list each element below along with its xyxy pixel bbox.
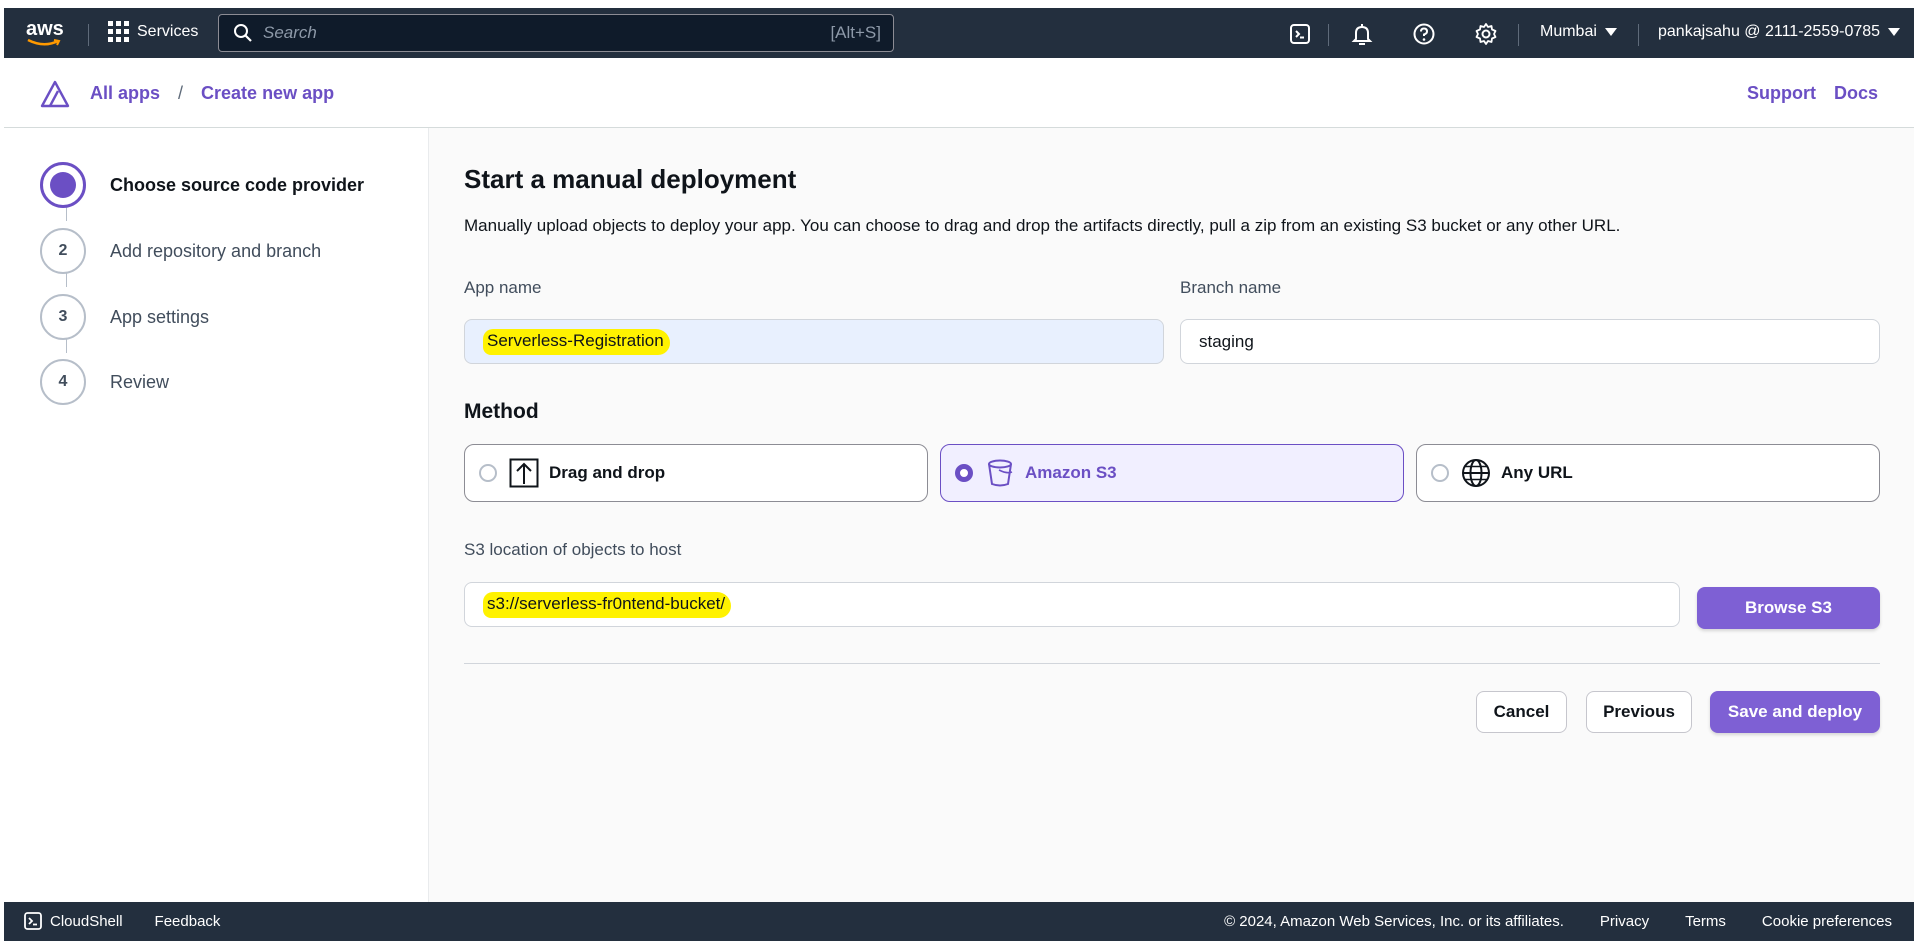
aws-smile-icon [27, 38, 61, 46]
breadcrumb: All apps / Create new app [90, 83, 334, 104]
chevron-down-icon [1888, 28, 1901, 36]
feedback-link[interactable]: Feedback [155, 913, 221, 930]
search-icon [234, 24, 252, 42]
method-drag-and-drop[interactable]: Drag and drop [464, 444, 928, 502]
cookie-preferences-link[interactable]: Cookie preferences [1762, 913, 1892, 930]
search-placeholder: Search [263, 23, 317, 42]
globe-icon [1462, 459, 1490, 487]
app-name-field[interactable]: Serverless-Registration [464, 319, 1164, 364]
method-label: Drag and drop [549, 463, 666, 482]
method-heading: Method [464, 400, 539, 423]
breadcrumb-all-apps[interactable]: All apps [90, 83, 160, 104]
step-number: 4 [40, 359, 86, 405]
branch-name-label: Branch name [1180, 278, 1282, 297]
cloudshell-icon[interactable] [1288, 22, 1312, 46]
nav-divider [88, 24, 89, 46]
method-amazon-s3[interactable]: Amazon S3 [940, 444, 1404, 502]
nav-divider [1328, 24, 1329, 46]
browse-s3-button[interactable]: Browse S3 [1697, 587, 1880, 629]
radio-button-selected[interactable] [955, 464, 973, 482]
docs-link[interactable]: Docs [1834, 83, 1878, 104]
step-label: App settings [110, 306, 210, 327]
privacy-link[interactable]: Privacy [1600, 913, 1649, 930]
step-active-indicator [40, 162, 86, 208]
breadcrumb-separator: / [178, 83, 184, 103]
amplify-logo-icon[interactable] [40, 80, 70, 108]
save-and-deploy-button[interactable]: Save and deploy [1710, 691, 1880, 733]
app-name-label: App name [464, 278, 542, 297]
method-label: Any URL [1501, 463, 1573, 482]
page-title: Start a manual deployment [464, 164, 797, 194]
radio-button[interactable] [479, 464, 497, 482]
aws-logo[interactable]: aws [24, 16, 68, 50]
copyright-text: © 2024, Amazon Web Services, Inc. or its… [1224, 913, 1564, 930]
upload-icon [509, 458, 539, 488]
search-shortcut: [Alt+S] [830, 23, 881, 42]
step-add-repository: 2 Add repository and branch [40, 228, 321, 274]
account-menu[interactable]: pankajsahu @ 2111-2559-0785 [1658, 23, 1901, 41]
app-name-value: Serverless-Registration [483, 328, 670, 355]
radio-button[interactable] [1431, 464, 1449, 482]
wizard-steps-sidebar: Choose source code provider 2 Add reposi… [4, 128, 429, 902]
section-divider [464, 663, 1880, 664]
search-input[interactable]: Search [Alt+S] [218, 14, 894, 52]
s3-location-label: S3 location of objects to host [464, 540, 682, 559]
step-label: Add repository and branch [110, 240, 322, 261]
settings-gear-icon[interactable] [1474, 22, 1498, 46]
account-label: pankajsahu @ 2111-2559-0785 [1658, 23, 1881, 40]
nav-divider [1638, 24, 1639, 46]
step-choose-source: Choose source code provider [40, 162, 364, 208]
main-content: Start a manual deployment Manually uploa… [429, 128, 1914, 902]
notifications-bell-icon[interactable] [1350, 22, 1374, 46]
header-links: Support Docs [1747, 83, 1878, 104]
previous-button[interactable]: Previous [1586, 691, 1692, 733]
method-label: Amazon S3 [1025, 463, 1117, 482]
step-number: 3 [40, 294, 86, 340]
s3-location-field[interactable]: s3://serverless-fr0ntend-bucket/ [464, 582, 1680, 627]
step-review: 4 Review [40, 359, 169, 405]
services-grid-icon [108, 21, 129, 42]
step-label: Review [110, 371, 170, 392]
region-label: Mumbai [1540, 23, 1597, 40]
cloudshell-link[interactable]: CloudShell [50, 913, 123, 930]
chevron-down-icon [1604, 28, 1617, 36]
branch-name-value: staging [1199, 331, 1254, 351]
region-selector[interactable]: Mumbai [1540, 23, 1617, 41]
step-app-settings: 3 App settings [40, 294, 209, 340]
support-link[interactable]: Support [1747, 83, 1816, 104]
bucket-icon [988, 459, 1013, 487]
breadcrumb-create-new-app[interactable]: Create new app [201, 83, 334, 104]
step-label: Choose source code provider [110, 174, 365, 195]
terms-link[interactable]: Terms [1685, 913, 1726, 930]
method-any-url[interactable]: Any URL [1416, 444, 1880, 502]
services-menu[interactable]: Services [108, 21, 198, 42]
nav-divider [1518, 24, 1519, 46]
top-navigation-bar: aws Services Search [Alt+S] Mumbai panka… [4, 8, 1914, 58]
cancel-button[interactable]: Cancel [1476, 691, 1567, 733]
footer-right: © 2024, Amazon Web Services, Inc. or its… [1224, 913, 1892, 930]
step-number: 2 [40, 228, 86, 274]
s3-location-value: s3://serverless-fr0ntend-bucket/ [483, 591, 732, 618]
branch-name-field[interactable]: staging [1180, 319, 1880, 364]
footer-bar: CloudShell Feedback © 2024, Amazon Web S… [4, 902, 1914, 941]
footer-left: CloudShell Feedback [24, 912, 220, 930]
app-header: All apps / Create new app Support Docs [4, 58, 1914, 128]
cloudshell-icon[interactable] [24, 912, 42, 930]
services-label: Services [137, 22, 199, 40]
help-icon[interactable] [1412, 22, 1436, 46]
page-description: Manually upload objects to deploy your a… [464, 216, 1621, 235]
